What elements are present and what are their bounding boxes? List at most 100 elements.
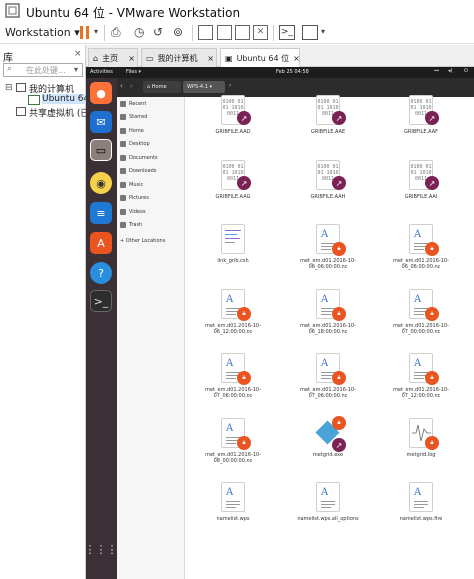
tree-shared-vms[interactable]: 共享虚拟机 (已 [29, 106, 86, 119]
terminal-icon[interactable]: >_ [90, 290, 112, 312]
forward-icon[interactable]: › [130, 82, 133, 90]
clock[interactable]: Feb 25 04:58 [276, 69, 309, 75]
next-path-icon[interactable]: › [229, 82, 231, 89]
unity-icon[interactable]: ✕ [253, 25, 268, 40]
file-item[interactable]: 0100 0101 1010 0011 ↗ GRIBFILE.AAF [381, 91, 461, 151]
lock-badge-icon: 🔒︎ [425, 242, 439, 256]
file-item[interactable]: A 🔒︎ met_em.d01.2016-10-06_06:00:00.nc [381, 220, 461, 280]
close-tab-icon[interactable]: × [207, 54, 214, 63]
symlink-badge-icon: ↗ [332, 438, 346, 452]
thumbnail-icon[interactable] [217, 25, 232, 40]
sidebar-item-other-locations[interactable]: + Other Locations [120, 238, 165, 244]
firefox-icon[interactable]: ● [90, 82, 112, 104]
send-ctrl-alt-del-icon[interactable]: ⎙ [111, 25, 127, 41]
home-icon [120, 128, 126, 134]
snapshot-icon[interactable]: ◷ [134, 25, 150, 41]
lock-badge-icon: 🔒︎ [237, 307, 251, 321]
sidebar-item-documents[interactable]: Documents [120, 155, 158, 161]
network-icon[interactable]: ⊶ [434, 68, 439, 74]
show-apps-icon[interactable]: ⋮⋮⋮ [86, 538, 118, 560]
file-item[interactable]: A 🔒︎ met_em.d01.2016-10-07_00:00:00.nc [381, 285, 461, 345]
window-title: Ubuntu 64 位 - VMware Workstation [26, 6, 241, 20]
file-item[interactable]: A 🔒︎ met_em.d01.2016-10-07_06:00:00.nc [288, 349, 368, 409]
text-file-icon: A [316, 482, 340, 512]
library-search[interactable]: ⌕ 在此处键… ▾ [3, 63, 83, 77]
library-header: 库 [3, 53, 13, 64]
file-item[interactable]: A 🔒︎ met_em.d01.2016-10-06_18:00:00.nc [288, 285, 368, 345]
lock-badge-icon: 🔒︎ [425, 307, 439, 321]
thunderbird-icon[interactable]: ✉ [90, 111, 112, 133]
file-item[interactable]: 0100 0101 1010 0011 ↗ GRIBFILE.AAH [288, 156, 368, 216]
file-item[interactable]: 0100 0101 1010 0011 ↗ GRIBFILE.AAE [288, 91, 368, 151]
view-dropdown-icon[interactable]: ▾ [321, 27, 325, 36]
file-item[interactable]: A 🔒︎ met_em.d01.2016-10-07_12:00:00.nc [381, 349, 461, 409]
stretch-view-icon[interactable] [302, 25, 318, 40]
file-item[interactable]: Anamelist.wps.fire [381, 478, 461, 538]
sidebar-label: Downloads [129, 168, 157, 174]
close-tab-icon[interactable]: × [293, 54, 300, 63]
tab-home[interactable]: ⌂ 主页 × [88, 48, 138, 67]
sidebar-item-videos[interactable]: Videos [120, 209, 146, 215]
back-icon[interactable]: ‹ [120, 82, 123, 90]
sidebar-item-pictures[interactable]: Pictures [120, 195, 149, 201]
software-icon[interactable]: A [90, 232, 112, 254]
close-library-icon[interactable]: × [74, 49, 82, 59]
close-tab-icon[interactable]: × [128, 54, 135, 63]
show-library-icon[interactable] [198, 25, 213, 40]
console-icon[interactable]: >_ [279, 25, 295, 40]
sidebar-item-recent[interactable]: Recent [120, 101, 146, 107]
activities-button[interactable]: Activities [90, 69, 113, 75]
file-item[interactable]: 0100 0101 1010 0011 ↗ GRIBFILE.AAI [381, 156, 461, 216]
text-file-icon: A [221, 482, 245, 512]
sidebar-item-downloads[interactable]: Downloads [120, 168, 156, 174]
file-name: met_em.d01.2016-10-07_12:00:00.nc [393, 387, 449, 399]
help-icon[interactable]: ? [90, 262, 112, 284]
collapse-icon[interactable]: ⊟ [5, 83, 13, 93]
file-name: link_grib.csh [217, 258, 249, 264]
file-item[interactable]: A 🔒︎ met_em.d01.2016-10-06_12:00:00.nc [193, 285, 273, 345]
snapshot-manager-icon[interactable]: ⊚ [173, 25, 189, 41]
path-home-button[interactable]: ⌂ Home [143, 81, 181, 93]
file-item[interactable]: Anamelist.wps [193, 478, 273, 538]
sidebar-item-desktop[interactable]: Desktop [120, 141, 150, 147]
file-item[interactable]: 0100 0101 1010 0011 ↗ GRIBFILE.AAD [193, 91, 273, 151]
sidebar-item-starred[interactable]: Starred [120, 114, 147, 120]
power-icon[interactable]: ⏻ [464, 68, 468, 74]
file-item[interactable]: Anamelist.wps.all_options [288, 478, 368, 538]
app-menu[interactable]: Files ▾ [126, 69, 141, 75]
writer-icon[interactable]: ≡ [90, 202, 112, 224]
workstation-menu[interactable]: Workstation ▾ [5, 26, 80, 39]
tab-ubuntu[interactable]: ▣ Ubuntu 64 位 × [220, 48, 300, 68]
tree-ubuntu-vm[interactable]: Ubuntu 64 [42, 94, 86, 104]
search-dropdown-icon[interactable]: ▾ [74, 65, 78, 74]
files-icon[interactable]: ▭ [90, 139, 112, 161]
file-name: namelist.wps.all_options [297, 516, 359, 522]
dropdown-icon: ▾ [207, 84, 212, 90]
file-item[interactable]: link_grib.csh [193, 220, 273, 280]
sidebar-item-home[interactable]: Home [120, 128, 144, 134]
lock-badge-icon: 🔒︎ [425, 436, 439, 450]
file-name: GRIBFILE.AAD [215, 129, 251, 135]
recent-icon [120, 101, 126, 107]
files-sidebar: Recent Starred Home Desktop Documents Do… [117, 97, 185, 579]
sidebar-item-music[interactable]: Music [120, 182, 143, 188]
volume-icon[interactable]: ◂) [448, 68, 452, 74]
file-item[interactable]: A 🔒︎ met_em.d01.2016-10-07_06:00:00.nc [193, 349, 273, 409]
file-item[interactable]: A 🔒︎ met_em.d01.2016-10-06_06:00:00.nc [288, 220, 368, 280]
revert-snapshot-icon[interactable]: ↺ [153, 25, 169, 41]
file-item[interactable]: A 🔒︎ met_em.d01.2016-10-08_00:00:00.nc [193, 414, 273, 474]
full-screen-icon[interactable] [235, 25, 250, 40]
vmware-logo-icon [5, 3, 20, 18]
file-item[interactable]: 0100 0101 1010 0011 ↗ GRIBFILE.AAG [193, 156, 273, 216]
sidebar-item-trash[interactable]: Trash [120, 222, 142, 228]
file-item[interactable]: ↗ 🔒︎ metgrid.exe [288, 414, 368, 474]
pause-button[interactable] [78, 25, 92, 40]
guest-screen[interactable]: Activities Files ▾ Feb 25 04:58 ⊶ ◂) ⏻ ●… [86, 67, 474, 579]
symlink-badge-icon: ↗ [425, 176, 439, 190]
tab-my-computer[interactable]: ▭ 我的计算机 × [141, 48, 217, 67]
pause-dropdown-icon[interactable]: ▾ [94, 27, 98, 36]
file-item[interactable]: 🔒︎ metgrid.log [381, 414, 461, 474]
lock-badge-icon: 🔒︎ [332, 307, 346, 321]
lock-badge-icon: 🔒︎ [332, 371, 346, 385]
rhythmbox-icon[interactable]: ◉ [90, 172, 112, 194]
